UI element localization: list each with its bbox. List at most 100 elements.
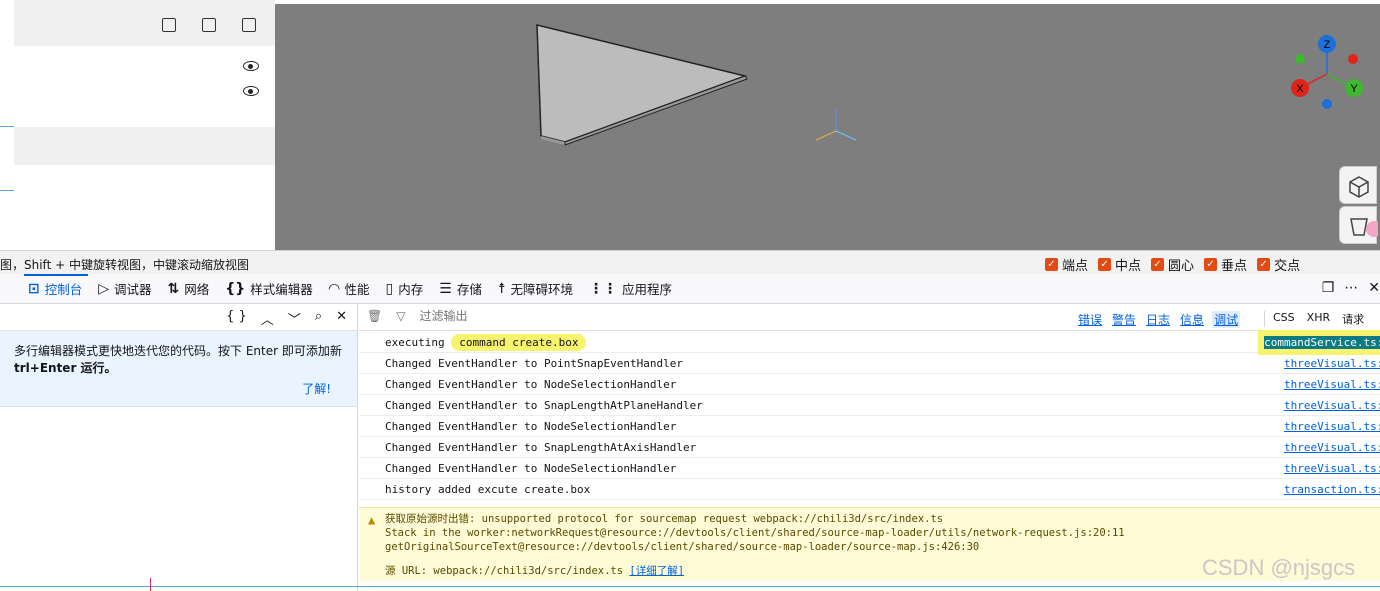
view-iso-button[interactable] — [1339, 166, 1377, 204]
axis-x-label: X — [1296, 83, 1304, 95]
checkbox-icon[interactable]: ✓ — [1257, 258, 1271, 271]
console-message[interactable]: Changed EventHandler to SnapLengthAtAxis… — [359, 437, 1380, 458]
box-shape[interactable] — [536, 24, 748, 143]
console-message[interactable]: executing command create.box commandServ… — [359, 332, 1380, 353]
memory-icon: ▯ — [385, 280, 394, 297]
filter-css[interactable]: CSS — [1273, 311, 1295, 327]
watermark: CSDN @njsgcs — [1202, 555, 1356, 580]
filter-requests[interactable]: 请求 — [1342, 311, 1364, 327]
performance-icon: ◠ — [328, 280, 340, 297]
filter-icon: ▽ — [396, 309, 406, 323]
highlighted-text: command create.box — [451, 334, 587, 351]
neg-z-dot[interactable] — [1322, 99, 1332, 109]
warning-icon: ▲ — [368, 513, 376, 527]
application-icon: ⋮⋮ — [589, 280, 618, 297]
source-link[interactable]: transaction.ts:2 — [1284, 483, 1380, 496]
visibility-icon[interactable] — [243, 86, 259, 96]
snap-intersection[interactable]: ✓ 交点 — [1257, 255, 1300, 274]
style-editor-icon: {} — [225, 280, 246, 297]
app-root: Z X Y 图，Shift + 中键旋转视图，中键滚动缩放视图 ✓ 端点 ✓ 中点 … — [0, 0, 1380, 591]
checkbox-icon[interactable]: ✓ — [1151, 258, 1165, 271]
close-devtools-icon[interactable]: ✕ — [1368, 280, 1380, 296]
tab-debugger[interactable]: ▷ 调试器 — [98, 274, 151, 304]
copy-icon[interactable] — [202, 18, 216, 32]
notice-line: trl+Enter 运行。 — [14, 361, 117, 375]
level-error[interactable]: 错误 — [1076, 311, 1104, 328]
console-message[interactable]: Changed EventHandler to SnapLengthAtPlan… — [359, 395, 1380, 416]
checkbox-icon[interactable]: ✓ — [1045, 258, 1058, 271]
snap-midpoint[interactable]: ✓ 中点 — [1098, 255, 1141, 274]
source-link[interactable]: commandService.ts:4 — [1264, 336, 1380, 349]
tab-style-editor[interactable]: {} 样式编辑器 — [225, 274, 312, 304]
warning-line: Stack in the worker:networkRequest@resou… — [385, 527, 1125, 539]
devtools-tabbar: ⊡ 控制台 ▷ 调试器 ⇅ 网络 {} 样式编辑器 ◠ 性能 ▯ 内存 ☰ 存储 ☨ 无障碍环境… — [0, 273, 1380, 304]
tree-item-selected[interactable] — [14, 127, 275, 165]
status-bar: 图，Shift + 中键旋转视图，中键滚动缩放视图 ✓ 端点 ✓ 中点 ✓ 圆心 ✓ 垂… — [0, 250, 1380, 274]
console-output: 🗑 ▽ 错误 警告 日志 信息 调试 CSS XHR 请求 executing … — [359, 304, 1380, 591]
tab-memory[interactable]: ▯ 内存 — [386, 274, 424, 304]
tab-application[interactable]: ⋮⋮ 应用程序 — [589, 274, 672, 304]
learn-more-link[interactable]: 了解! — [302, 381, 331, 398]
level-warning[interactable]: 警告 — [1110, 311, 1138, 328]
checkbox-icon[interactable]: ✓ — [1204, 258, 1218, 271]
console-message[interactable]: Changed EventHandler to NodeSelectionHan… — [359, 458, 1380, 479]
log-level-filters: 错误 警告 日志 信息 调试 — [1076, 311, 1241, 328]
console-message[interactable]: history added excute create.box transacti… — [359, 479, 1380, 500]
editor-toolbar: { } ︿ ﹀ ⌕ ✕ — [0, 304, 357, 331]
accessibility-icon: ☨ — [497, 280, 506, 297]
learn-more-link[interactable]: [详细了解] — [629, 565, 684, 577]
snap-center[interactable]: ✓ 圆心 — [1151, 255, 1194, 274]
filter-xhr[interactable]: XHR — [1307, 311, 1330, 327]
close-icon[interactable]: ✕ — [336, 309, 347, 328]
text-cursor — [150, 578, 151, 591]
console-message[interactable]: Changed EventHandler to NodeSelectionHan… — [359, 374, 1380, 395]
search-icon[interactable]: ⌕ — [315, 309, 322, 328]
dock-icon[interactable]: ❐ — [1322, 280, 1335, 296]
tab-accessibility[interactable]: ☨ 无障碍环境 — [498, 274, 573, 304]
new-folder-icon[interactable] — [162, 18, 176, 32]
console-icon: ⊡ — [28, 280, 40, 297]
warning-line: getOriginalSourceText@resource://devtool… — [385, 541, 980, 553]
multiline-editor-pane: { } ︿ ﹀ ⌕ ✕ 多行编辑器模式更快地迭代您的代码。按下 Enter 即可… — [0, 304, 358, 591]
neg-x-dot[interactable] — [1348, 54, 1358, 64]
chevron-down-icon[interactable]: ﹀ — [288, 309, 301, 328]
level-debug[interactable]: 调试 — [1212, 311, 1241, 328]
snap-perpendicular[interactable]: ✓ 垂点 — [1204, 255, 1247, 274]
trash-icon[interactable]: 🗑 — [367, 309, 382, 323]
pretty-print-icon[interactable]: { } — [226, 309, 247, 328]
project-toolbar — [14, 0, 275, 46]
editor-notice: 多行编辑器模式更快地迭代您的代码。按下 Enter 即可添加新 trl+Ente… — [0, 331, 357, 407]
3d-viewport[interactable]: Z X Y — [275, 4, 1380, 250]
tab-storage[interactable]: ☰ 存储 — [439, 274, 482, 304]
source-link[interactable]: threeVisual.ts:2 — [1284, 462, 1380, 475]
add-box-icon[interactable] — [242, 18, 256, 32]
storage-icon: ☰ — [439, 280, 452, 297]
level-log[interactable]: 日志 — [1144, 311, 1172, 328]
console-messages: executing command create.box commandServ… — [359, 332, 1380, 500]
notice-line: 多行编辑器模式更快地迭代您的代码。按下 Enter 即可添加新 — [14, 344, 342, 358]
tab-console[interactable]: ⊡ 控制台 — [23, 273, 89, 304]
console-message[interactable]: Changed EventHandler to NodeSelectionHan… — [359, 416, 1380, 437]
checkbox-icon[interactable]: ✓ — [1098, 258, 1112, 271]
level-info[interactable]: 信息 — [1178, 311, 1206, 328]
filter-input[interactable] — [419, 309, 620, 323]
neg-y-dot[interactable] — [1295, 54, 1305, 64]
view-box-button[interactable] — [1339, 206, 1380, 244]
view-cube-gizmo[interactable]: Z X Y — [1291, 35, 1363, 109]
tab-performance[interactable]: ◠ 性能 — [329, 274, 370, 304]
chevron-up-icon[interactable]: ︿ — [261, 309, 274, 328]
source-link[interactable]: threeVisual.ts:2 — [1284, 378, 1380, 391]
console-message[interactable]: Changed EventHandler to PointSnapEventHa… — [359, 353, 1380, 374]
snap-options: ✓ 端点 ✓ 中点 ✓ 圆心 ✓ 垂点 ✓ 交点 — [1045, 255, 1300, 274]
source-link[interactable]: threeVisual.ts:2 — [1284, 441, 1380, 454]
snap-endpoint[interactable]: ✓ 端点 — [1045, 255, 1088, 274]
source-link[interactable]: threeVisual.ts:2 — [1284, 357, 1380, 370]
warning-line: 源 URL: webpack://chili3d/src/index.ts — [385, 565, 624, 577]
more-options-icon[interactable]: ⋯ — [1344, 280, 1358, 296]
source-link[interactable]: threeVisual.ts:2 — [1284, 420, 1380, 433]
warning-line: 获取原始源时出错: unsupported protocol for sourc… — [385, 513, 944, 525]
origin-axis-y — [835, 130, 857, 141]
source-link[interactable]: threeVisual.ts:2 — [1284, 399, 1380, 412]
visibility-icon[interactable] — [243, 61, 259, 71]
tab-network[interactable]: ⇅ 网络 — [168, 274, 210, 304]
